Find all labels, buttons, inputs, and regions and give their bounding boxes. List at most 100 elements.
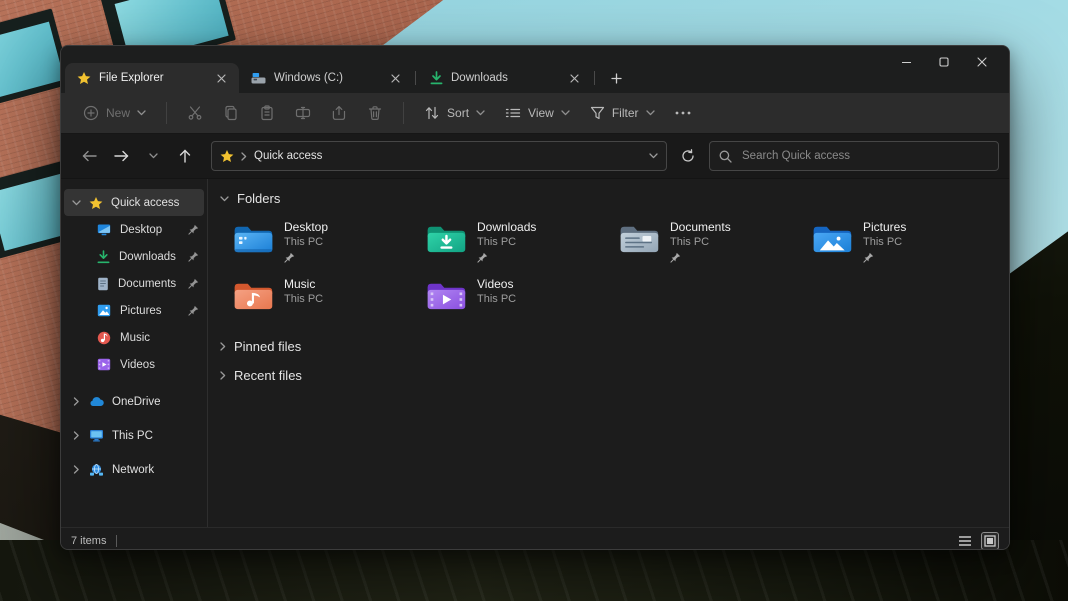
tab-close-icon[interactable] — [566, 70, 582, 86]
music-icon — [97, 331, 111, 344]
close-button[interactable] — [967, 51, 997, 73]
sidebar-item-onedrive[interactable]: OneDrive — [64, 388, 204, 415]
chevron-down-icon — [645, 110, 655, 116]
titlebar[interactable]: File Explorer Windows (C:) Downloads — [61, 46, 1009, 93]
tab-close-icon[interactable] — [213, 70, 229, 86]
search-input[interactable] — [740, 149, 989, 163]
new-tab-button[interactable] — [603, 66, 629, 90]
address-bar[interactable]: Quick access — [211, 141, 667, 171]
paste-button[interactable] — [251, 99, 283, 127]
chevron-right-icon[interactable] — [72, 465, 81, 474]
folder-tile-downloads[interactable]: Downloads This PC — [425, 220, 618, 263]
folder-location: This PC — [477, 293, 517, 306]
pictures-icon — [97, 304, 111, 317]
sidebar-item-desktop[interactable]: Desktop — [61, 216, 207, 243]
cut-button[interactable] — [179, 99, 211, 127]
folder-tile-documents[interactable]: Documents This PC — [618, 220, 811, 263]
this-pc-icon — [90, 430, 103, 442]
filter-button[interactable]: Filter — [582, 100, 663, 126]
item-count: 7 items — [71, 535, 107, 547]
address-dropdown-icon[interactable] — [649, 153, 658, 159]
view-button[interactable]: View — [497, 100, 578, 126]
rename-button[interactable] — [287, 99, 319, 127]
file-explorer-window: File Explorer Windows (C:) Downloads New… — [60, 45, 1010, 550]
filter-label: Filter — [611, 106, 639, 120]
folder-tile-music[interactable]: Music This PC — [232, 277, 425, 313]
more-options-button[interactable] — [667, 105, 699, 121]
documents-icon — [98, 277, 108, 290]
videos-icon — [97, 358, 111, 371]
chevron-right-icon[interactable] — [72, 397, 81, 406]
chevron-down-icon[interactable] — [220, 195, 229, 202]
refresh-button[interactable] — [673, 142, 703, 170]
window-controls — [891, 51, 997, 73]
maximize-button[interactable] — [929, 51, 959, 73]
delete-button[interactable] — [359, 99, 391, 127]
tab-close-icon[interactable] — [387, 70, 403, 86]
sidebar-item-documents[interactable]: Documents — [61, 270, 207, 297]
sidebar-item-music[interactable]: Music — [61, 324, 207, 351]
sidebar-item-pictures[interactable]: Pictures — [61, 297, 207, 324]
recent-locations-button[interactable] — [139, 142, 167, 170]
chevron-right-icon[interactable] — [72, 431, 81, 440]
tab-windows-c[interactable]: Windows (C:) — [239, 63, 413, 93]
star-icon — [77, 72, 91, 84]
pin-icon — [863, 252, 874, 263]
folders-section-header[interactable]: Folders — [220, 187, 1009, 210]
chevron-down-icon — [476, 110, 485, 116]
sidebar-item-quick-access[interactable]: Quick access — [64, 189, 204, 216]
sort-label: Sort — [447, 106, 470, 120]
videos-folder-icon — [427, 284, 466, 310]
status-bar: 7 items — [61, 527, 1009, 549]
up-button[interactable] — [171, 142, 199, 170]
sidebar-label: Quick access — [111, 196, 180, 209]
new-label: New — [106, 106, 131, 120]
details-view-button[interactable] — [955, 532, 975, 549]
folders-grid: Desktop This PC Downloads This PC Docume… — [232, 220, 1009, 313]
new-button[interactable]: New — [75, 99, 154, 127]
breadcrumb[interactable]: Quick access — [254, 150, 322, 162]
search-box[interactable] — [709, 141, 999, 171]
tab-divider — [594, 71, 595, 85]
sidebar-label: Network — [112, 463, 155, 476]
toolbar-divider — [166, 102, 168, 124]
downloads-folder-icon — [427, 226, 466, 253]
pictures-folder-icon — [813, 226, 852, 253]
sort-button[interactable]: Sort — [416, 100, 493, 126]
folder-tile-pictures[interactable]: Pictures This PC — [811, 220, 1004, 263]
tab-file-explorer[interactable]: File Explorer — [65, 63, 239, 93]
minimize-button[interactable] — [891, 51, 921, 73]
sidebar-label: Downloads — [119, 250, 176, 263]
folder-name: Documents — [670, 220, 731, 234]
tab-downloads[interactable]: Downloads — [418, 63, 592, 93]
pin-icon — [670, 252, 681, 263]
chevron-down-icon — [148, 153, 158, 159]
chevron-down-icon — [137, 110, 146, 116]
folder-name: Desktop — [284, 220, 329, 234]
pinned-files-section-header[interactable]: Pinned files — [220, 335, 1009, 358]
music-folder-icon — [234, 284, 273, 310]
sidebar-item-downloads[interactable]: Downloads — [61, 243, 207, 270]
share-button[interactable] — [323, 99, 355, 127]
sidebar-item-videos[interactable]: Videos — [61, 351, 207, 378]
more-options-icon — [675, 111, 690, 115]
pin-icon — [188, 251, 199, 262]
sidebar-label: This PC — [112, 429, 153, 442]
chevron-right-icon[interactable] — [220, 371, 226, 380]
cut-icon — [188, 106, 202, 120]
forward-button[interactable] — [107, 142, 135, 170]
chevron-down-icon[interactable] — [72, 199, 81, 206]
pin-icon — [284, 252, 295, 263]
large-icons-view-button[interactable] — [981, 532, 999, 549]
recent-files-section-header[interactable]: Recent files — [220, 364, 1009, 387]
sidebar-item-this-pc[interactable]: This PC — [64, 422, 204, 449]
content-pane: Folders Desktop This PC Downloads This P… — [208, 179, 1009, 527]
folder-tile-videos[interactable]: Videos This PC — [425, 277, 618, 313]
chevron-right-icon[interactable] — [220, 342, 226, 351]
back-button[interactable] — [75, 142, 103, 170]
sidebar-item-network[interactable]: Network — [64, 456, 204, 483]
command-bar: New Sort View Filter — [61, 93, 1009, 134]
folder-tile-desktop[interactable]: Desktop This PC — [232, 220, 425, 263]
pin-icon — [188, 224, 199, 235]
copy-button[interactable] — [215, 99, 247, 127]
